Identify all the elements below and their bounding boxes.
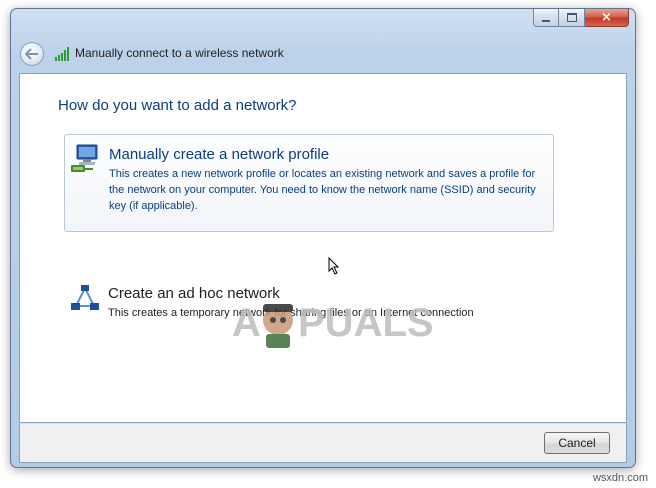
page-heading: How do you want to add a network? [58,97,297,114]
manual-profile-option[interactable]: Manually create a network profile This c… [64,134,554,232]
back-button[interactable] [20,42,44,66]
manual-profile-title: Manually create a network profile [109,146,330,163]
watermark-text: PUALS [298,301,434,345]
wireless-signal-icon [55,47,69,61]
minimize-button[interactable] [533,9,559,27]
maximize-icon [566,13,577,22]
mouse-cursor-icon [328,257,340,275]
appuals-watermark: A PUALS [232,301,434,348]
close-button[interactable]: × [585,9,629,27]
network-computer-icon [71,144,98,172]
adhoc-network-icon [71,285,99,310]
cancel-button[interactable]: Cancel [544,432,610,454]
window-title: Manually connect to a wireless network [75,46,284,60]
content-panel: How do you want to add a network? Manual… [19,73,627,423]
minimize-icon [542,19,550,22]
manual-profile-description: This creates a new network profile or lo… [109,168,536,212]
dialog-footer: Cancel [19,423,627,463]
site-brand: wsxdn.com [592,472,648,484]
svg-text:A: A [232,301,261,345]
dialog-window: × Manually connect to a wireless network… [10,8,636,468]
close-icon: × [601,10,612,25]
maximize-button[interactable] [559,9,585,27]
caption-buttons: × [533,9,629,27]
back-arrow-icon [25,48,38,60]
